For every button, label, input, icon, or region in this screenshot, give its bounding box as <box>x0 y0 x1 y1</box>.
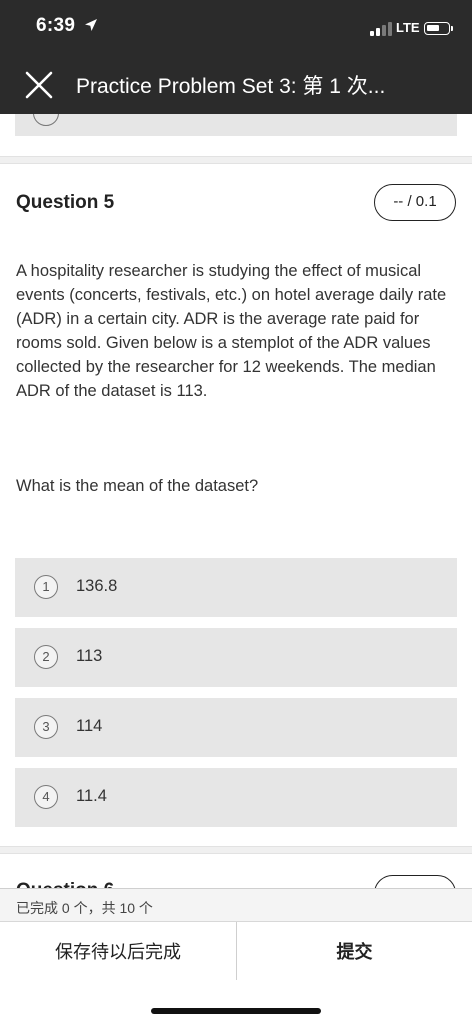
option-label: 136.8 <box>76 577 118 595</box>
submit-button[interactable]: 提交 <box>237 922 472 982</box>
battery-icon <box>424 22 453 35</box>
location-arrow-icon <box>85 19 97 31</box>
section-divider <box>0 846 472 854</box>
action-bar: 保存待以后完成 提交 <box>0 922 472 982</box>
question-prompt: What is the mean of the dataset? <box>16 477 259 495</box>
question-text: A hospitality researcher is studying the… <box>16 262 447 400</box>
question-title: Question 5 <box>16 192 115 213</box>
option-number-icon: 4 <box>34 785 58 809</box>
option-number-icon: 1 <box>34 575 58 599</box>
close-icon[interactable] <box>22 68 56 102</box>
previous-option[interactable] <box>15 114 457 136</box>
answer-option-3[interactable]: 3 114 <box>15 698 457 757</box>
answer-option-4[interactable]: 4 11.4 <box>15 768 457 827</box>
option-number-icon: 2 <box>34 645 58 669</box>
option-number-icon: 3 <box>34 715 58 739</box>
status-time: 6:39 <box>36 15 76 36</box>
progress-bar: 已完成 0 个，共 10 个 <box>0 888 472 922</box>
score-badge: -- / 0.1 <box>374 184 456 221</box>
next-question-header: Question 6 <box>0 858 472 888</box>
signal-icon <box>370 22 394 36</box>
home-indicator[interactable] <box>151 1008 321 1014</box>
network-type: LTE <box>396 20 420 35</box>
top-app-bar: Practice Problem Set 3: 第 1 次... <box>0 56 472 114</box>
next-score-badge <box>374 875 456 888</box>
section-divider <box>0 156 472 164</box>
answer-option-1[interactable]: 1 136.8 <box>15 558 457 617</box>
status-bar: 6:39 LTE <box>0 0 472 56</box>
option-label: 11.4 <box>76 787 107 805</box>
next-question-title: Question 6 <box>16 880 114 888</box>
option-number-icon <box>33 114 59 126</box>
page-title: Practice Problem Set 3: 第 1 次... <box>76 75 386 98</box>
app-screen: 6:39 LTE Practice Problem Set 3: 第 1 次..… <box>0 0 472 1024</box>
save-for-later-button[interactable]: 保存待以后完成 <box>0 922 236 982</box>
answer-option-2[interactable]: 2 113 <box>15 628 457 687</box>
progress-text: 已完成 0 个，共 10 个 <box>16 900 153 916</box>
option-label: 113 <box>76 647 103 665</box>
option-label: 114 <box>76 717 103 735</box>
